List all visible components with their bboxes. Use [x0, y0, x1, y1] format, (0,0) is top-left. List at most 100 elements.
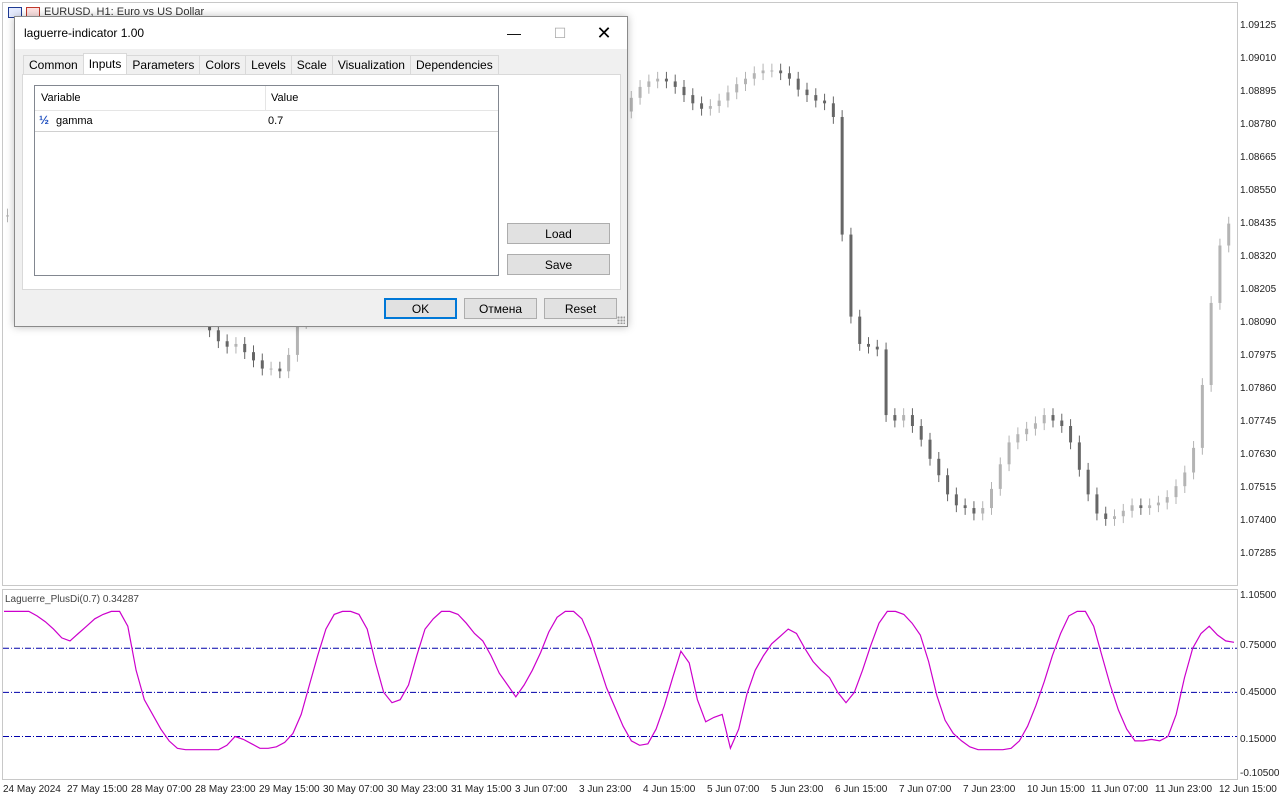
price-tick-label: 1.09125: [1240, 20, 1277, 31]
time-tick-label: 7 Jun 23:00: [963, 784, 1016, 795]
candle-body: [1192, 447, 1196, 473]
time-tick-label: 11 Jun 07:00: [1091, 784, 1149, 795]
indicator-title: Laguerre_PlusDi(0.7) 0.34287: [5, 594, 139, 605]
time-tick-label: 24 May 2024: [3, 784, 61, 795]
candle-body: [831, 103, 835, 117]
price-tick-label: 1.07400: [1240, 515, 1277, 526]
candle-body: [1200, 384, 1204, 448]
candle-body: [638, 86, 642, 98]
candle-body: [902, 415, 906, 421]
candle-body: [779, 70, 783, 74]
column-separator[interactable]: [265, 86, 266, 110]
variable-name: gamma: [56, 115, 93, 127]
candle-body: [234, 343, 238, 347]
candle-body: [673, 81, 677, 87]
candle-body: [726, 92, 730, 101]
candle-body: [1130, 505, 1134, 511]
candle-body: [972, 508, 976, 514]
candle-body: [910, 415, 914, 426]
candle-body: [656, 78, 660, 82]
candle-body: [1025, 428, 1029, 435]
price-tick-label: 1.08550: [1240, 185, 1277, 196]
load-button[interactable]: Load: [507, 223, 610, 244]
tab-parameters[interactable]: Parameters: [126, 55, 201, 74]
save-button[interactable]: Save: [507, 254, 610, 275]
candle-body: [1033, 423, 1037, 429]
time-tick-label: 4 Jun 15:00: [643, 784, 696, 795]
inputs-panel: Variable Value ½ gamma 0.7 Load Save: [22, 74, 621, 290]
tab-scale[interactable]: Scale: [290, 55, 333, 74]
reset-button[interactable]: Reset: [544, 298, 617, 319]
candle-body: [1165, 497, 1169, 503]
candle-body: [225, 341, 229, 347]
ok-button[interactable]: OK: [384, 298, 457, 319]
dialog-titlebar[interactable]: laguerre-indicator 1.00 — ☐ ✕: [15, 17, 627, 49]
price-tick-label: 1.08435: [1240, 218, 1277, 229]
minimize-button[interactable]: —: [491, 17, 537, 49]
candle-body: [682, 86, 686, 96]
candle-body: [260, 360, 264, 369]
candle-body: [954, 494, 958, 506]
price-tick-label: 1.07515: [1240, 482, 1277, 493]
candle-body: [823, 100, 827, 104]
candle-body: [1086, 469, 1090, 495]
maximize-button[interactable]: ☐: [537, 17, 583, 49]
indicator-dialog[interactable]: laguerre-indicator 1.00 — ☐ ✕ Common Inp…: [14, 16, 628, 327]
time-tick-label: 6 Jun 15:00: [835, 784, 888, 795]
cancel-button[interactable]: Отмена: [464, 298, 537, 319]
time-tick-label: 5 Jun 07:00: [707, 784, 760, 795]
tab-colors[interactable]: Colors: [199, 55, 247, 74]
candle-body: [963, 505, 967, 509]
time-tick-label: 3 Jun 23:00: [579, 784, 632, 795]
indicator-frame: [2, 589, 1238, 780]
inputs-grid[interactable]: Variable Value ½ gamma 0.7: [34, 85, 499, 276]
candle-body: [1209, 302, 1213, 385]
indicator-tick-label: 0.45000: [1240, 687, 1277, 698]
dialog-tabs: Common Inputs Parameters Colors Levels S…: [23, 53, 499, 75]
tab-dependencies[interactable]: Dependencies: [409, 55, 499, 74]
tab-levels[interactable]: Levels: [245, 55, 292, 74]
grid-header: Variable Value: [35, 86, 498, 111]
close-button[interactable]: ✕: [581, 17, 627, 49]
candle-body: [858, 316, 862, 344]
tab-inputs[interactable]: Inputs: [82, 53, 128, 74]
time-tick-label: 5 Jun 23:00: [771, 784, 824, 795]
price-tick-label: 1.07860: [1240, 383, 1277, 394]
candle-body: [717, 100, 721, 107]
candle-body: [761, 70, 765, 74]
candle-body: [1042, 415, 1046, 424]
candle-body: [1095, 494, 1099, 514]
resize-grip-icon[interactable]: [617, 316, 625, 324]
fraction-half-icon: ½: [39, 113, 50, 127]
candle-body: [1007, 442, 1011, 465]
candle-body: [787, 73, 791, 79]
time-tick-label: 30 May 07:00: [323, 784, 384, 795]
candle-body: [770, 70, 774, 72]
time-tick-label: 10 Jun 15:00: [1027, 784, 1085, 795]
candle-body: [998, 464, 1002, 489]
time-tick-label: 29 May 15:00: [259, 784, 320, 795]
candle-body: [884, 349, 888, 416]
candle-body: [700, 103, 704, 109]
candle-body: [243, 343, 247, 353]
table-row[interactable]: ½ gamma 0.7: [35, 111, 498, 132]
indicator-tick-label: -0.10500: [1240, 768, 1280, 779]
tab-common[interactable]: Common: [23, 55, 84, 74]
dialog-title: laguerre-indicator 1.00: [24, 26, 145, 40]
candle-body: [278, 368, 282, 372]
variable-value[interactable]: 0.7: [268, 115, 283, 127]
tab-visualization[interactable]: Visualization: [331, 55, 411, 74]
time-tick-label: 11 Jun 23:00: [1155, 784, 1213, 795]
time-tick-label: 31 May 15:00: [451, 784, 512, 795]
column-variable[interactable]: Variable: [41, 92, 81, 104]
price-tick-label: 1.09010: [1240, 53, 1277, 64]
indicator-line: [4, 610, 1235, 751]
candle-body: [1183, 472, 1187, 487]
candle-body: [216, 330, 220, 342]
column-value[interactable]: Value: [271, 92, 298, 104]
candle-body: [919, 426, 923, 440]
time-tick-label: 28 May 07:00: [131, 784, 192, 795]
candle-body: [928, 439, 932, 459]
candle-body: [1016, 434, 1020, 443]
candle-body: [849, 234, 853, 317]
